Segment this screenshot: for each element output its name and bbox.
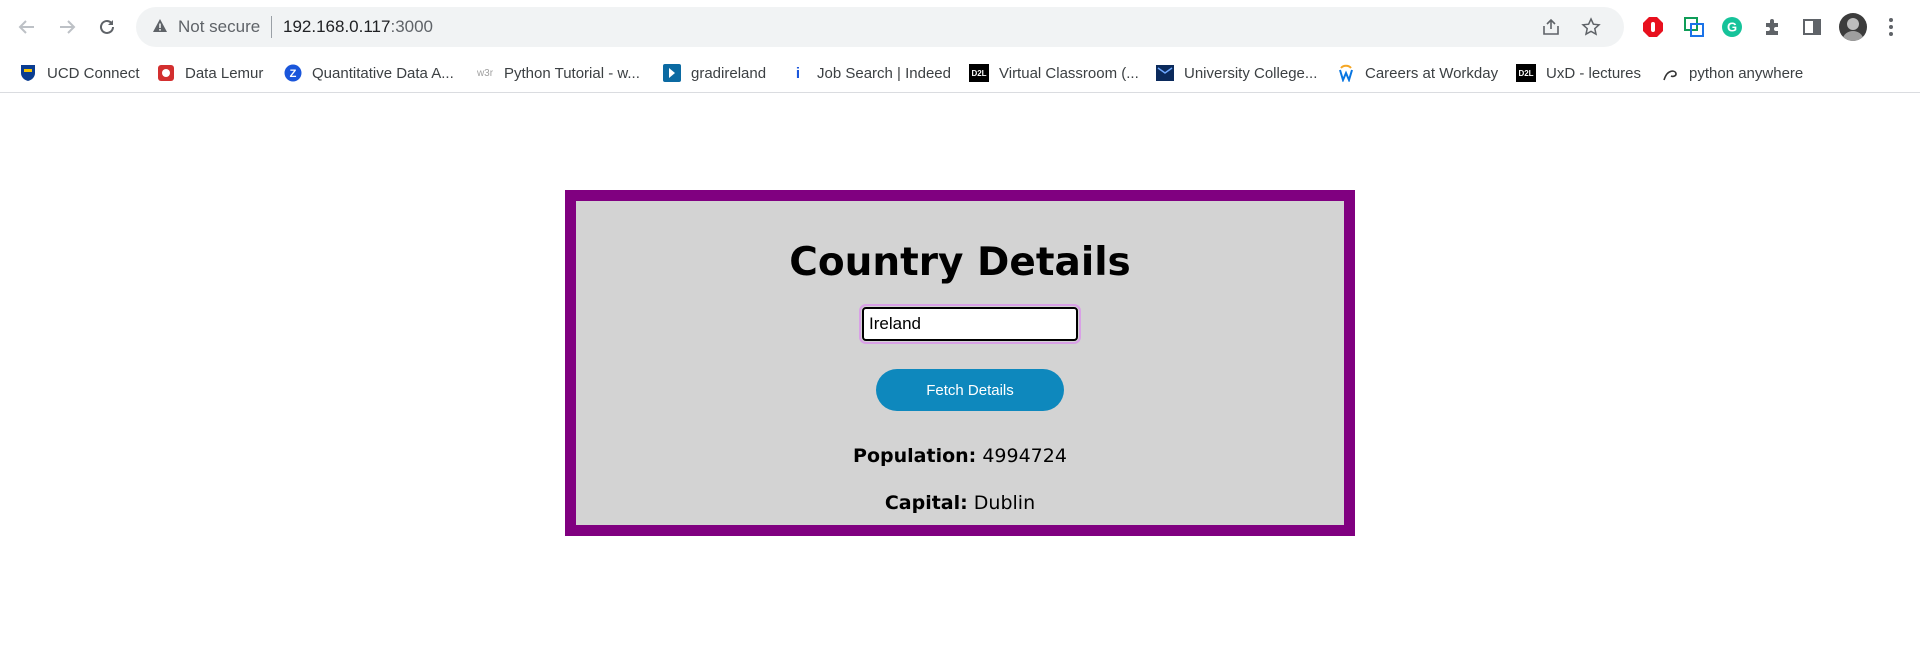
svg-text:G: G — [1727, 20, 1737, 35]
capital-value: Dublin — [973, 492, 1036, 514]
indeed-icon: i — [795, 64, 801, 82]
url-port: :3000 — [390, 17, 434, 36]
adblock-extension-icon[interactable] — [1640, 14, 1666, 40]
bookmark-label: Virtual Classroom (... — [999, 64, 1139, 82]
bookmark-label: python anywhere — [1689, 64, 1804, 82]
bookmark-quantitative-data[interactable]: Z Quantitative Data A... — [284, 61, 454, 85]
extensions-puzzle-icon[interactable] — [1759, 14, 1785, 40]
url-host: 192.168.0.117 — [283, 17, 391, 36]
w3schools-icon: w3r — [476, 67, 494, 79]
bookmark-label: Data Lemur — [185, 64, 264, 82]
bookmark-label: Careers at Workday — [1365, 64, 1499, 82]
bookmark-indeed[interactable]: i Job Search | Indeed — [789, 61, 951, 85]
bookmark-careers-workday[interactable]: Careers at Workday — [1337, 61, 1498, 85]
bookmark-label: UCD Connect — [47, 64, 140, 82]
back-arrow-icon — [18, 20, 34, 34]
browser-toolbar: Not secure 192.168.0.117:3000 G — [0, 0, 1920, 54]
profile-avatar[interactable] — [1839, 13, 1867, 41]
url-text[interactable]: 192.168.0.117:3000 — [283, 17, 433, 37]
bookmark-data-lemur[interactable]: Data Lemur — [157, 61, 263, 85]
population-label: Population: — [853, 445, 977, 467]
d2l-icon: D2L — [1516, 64, 1536, 82]
bookmark-label: University College... — [1184, 64, 1318, 82]
forward-arrow-icon — [60, 20, 76, 34]
workday-icon — [1337, 64, 1355, 82]
capital-row: Capital: Dublin — [576, 492, 1344, 514]
forward-button[interactable] — [52, 12, 82, 42]
bookmark-university-college[interactable]: University College... — [1156, 61, 1317, 85]
country-details-card: Country Details Fetch Details Population… — [565, 190, 1355, 536]
bookmark-uxd-lectures[interactable]: D2L UxD - lectures — [1516, 61, 1641, 85]
separator — [271, 16, 272, 38]
population-row: Population: 4994724 — [576, 445, 1344, 467]
d2l-icon: D2L — [969, 64, 989, 82]
svg-text:Z: Z — [290, 68, 297, 80]
country-input[interactable] — [859, 304, 1081, 344]
population-value: 4994724 — [982, 445, 1067, 467]
back-button[interactable] — [12, 12, 42, 42]
page-title: Country Details — [789, 240, 1131, 285]
bookmark-label: Python Tutorial - w... — [504, 64, 640, 82]
screen-extension-icon[interactable] — [1681, 14, 1707, 40]
bookmark-label: UxD - lectures — [1546, 64, 1642, 82]
ucd-icon — [1156, 64, 1174, 82]
zotero-icon: Z — [284, 64, 302, 82]
grammarly-extension-icon[interactable]: G — [1719, 14, 1745, 40]
warning-icon[interactable] — [152, 18, 168, 39]
bookmark-python-anywhere[interactable]: python anywhere — [1661, 61, 1803, 85]
bookmarks-bar: UCD Connect Data Lemur Z Quantitative Da… — [0, 54, 1920, 93]
gradireland-icon — [663, 64, 681, 82]
bookmark-label: Quantitative Data A... — [312, 64, 454, 82]
bookmark-label: gradireland — [691, 64, 767, 82]
address-bar[interactable]: Not secure 192.168.0.117:3000 — [136, 7, 1624, 47]
fetch-details-button[interactable]: Fetch Details — [876, 369, 1064, 411]
side-panel-icon[interactable] — [1799, 14, 1825, 40]
capital-label: Capital: — [884, 492, 968, 514]
bookmark-gradireland[interactable]: gradireland — [663, 61, 766, 85]
ucd-crest-icon — [19, 64, 37, 82]
reload-icon — [100, 19, 114, 34]
bookmark-virtual-classroom[interactable]: D2L Virtual Classroom (... — [969, 61, 1139, 85]
bookmark-ucd-connect[interactable]: UCD Connect — [19, 61, 140, 85]
pythonanywhere-icon — [1661, 64, 1679, 82]
bookmark-python-tutorial[interactable]: w3r Python Tutorial - w... — [476, 61, 640, 85]
share-icon[interactable] — [1540, 16, 1562, 38]
security-status[interactable]: Not secure — [178, 17, 260, 37]
browser-menu-icon[interactable] — [1884, 13, 1898, 41]
data-lemur-icon — [157, 64, 175, 82]
reload-button[interactable] — [92, 12, 122, 42]
bookmark-star-icon[interactable] — [1580, 16, 1602, 38]
bookmark-label: Job Search | Indeed — [817, 64, 951, 82]
